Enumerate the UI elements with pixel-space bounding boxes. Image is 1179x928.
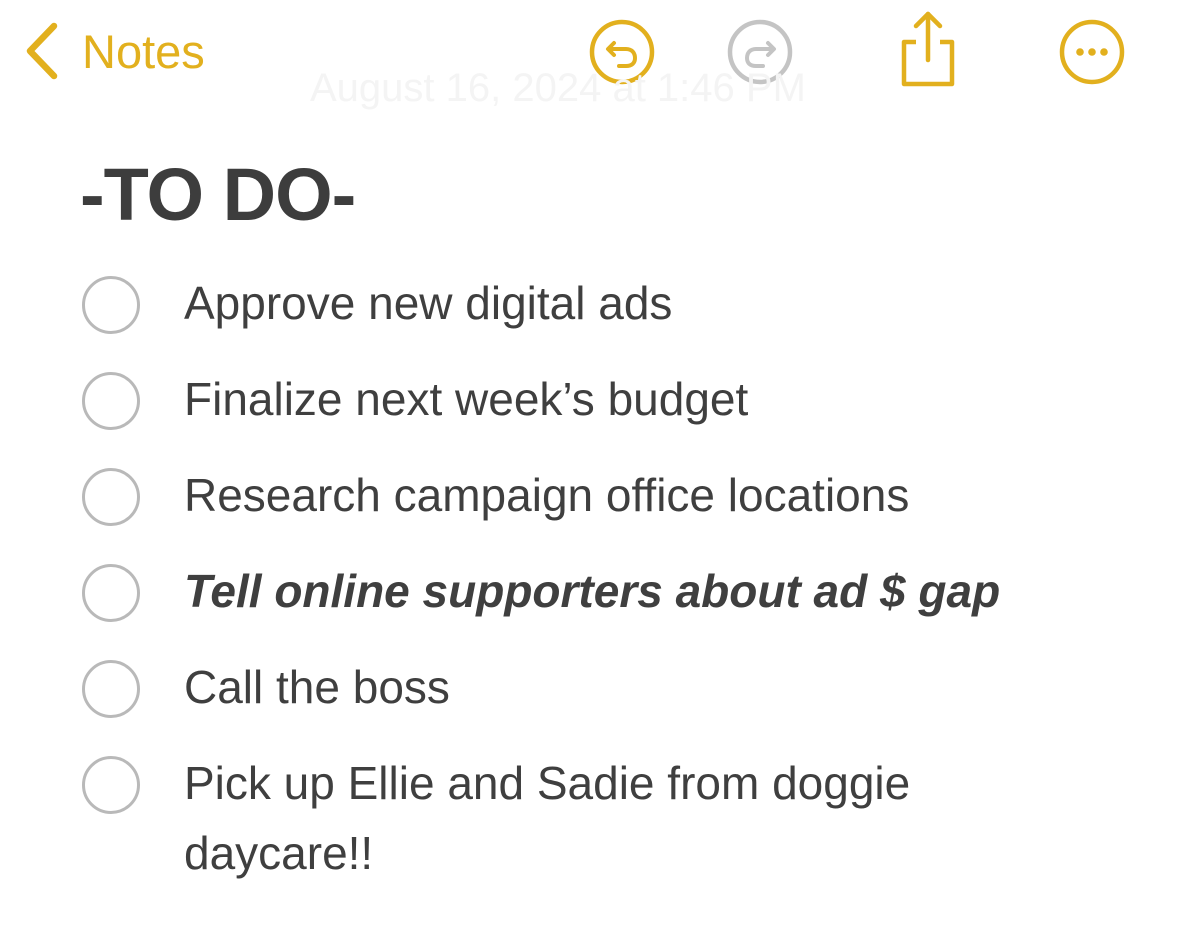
checkbox[interactable] <box>82 372 140 430</box>
checklist-item-text[interactable]: Research campaign office locations <box>184 460 909 530</box>
share-icon[interactable] <box>896 10 960 88</box>
more-icon[interactable] <box>1058 18 1126 86</box>
notes-screen: Notes August 16, 2024 at 1:46 PM -TO DO- <box>0 0 1179 928</box>
checklist-item: Approve new digital ads <box>82 258 1142 354</box>
checklist-item: Pick up Ellie and Sadie from doggie dayc… <box>82 738 1142 904</box>
note-title[interactable]: -TO DO- <box>80 150 356 240</box>
checklist: Approve new digital ads Finalize next we… <box>82 258 1142 904</box>
chevron-left-icon <box>26 22 58 80</box>
checkbox[interactable] <box>82 660 140 718</box>
toolbar: Notes August 16, 2024 at 1:46 PM <box>0 0 1179 110</box>
checklist-item-text[interactable]: Tell online supporters about ad $ gap <box>184 556 1000 626</box>
back-button[interactable]: Notes <box>24 18 205 84</box>
checkbox[interactable] <box>82 756 140 814</box>
checklist-item: Tell online supporters about ad $ gap <box>82 546 1142 642</box>
checklist-item-text[interactable]: Pick up Ellie and Sadie from doggie dayc… <box>184 748 1044 888</box>
note-timestamp: August 16, 2024 at 1:46 PM <box>310 66 806 110</box>
checklist-item-text[interactable]: Approve new digital ads <box>184 268 672 338</box>
checklist-item: Finalize next week’s budget <box>82 354 1142 450</box>
checkbox[interactable] <box>82 468 140 526</box>
back-label: Notes <box>82 24 205 78</box>
checklist-item: Research campaign office locations <box>82 450 1142 546</box>
checkbox[interactable] <box>82 276 140 334</box>
checklist-item-text[interactable]: Finalize next week’s budget <box>184 364 748 434</box>
checkbox[interactable] <box>82 564 140 622</box>
checklist-item-text[interactable]: Call the boss <box>184 652 450 722</box>
checklist-item: Call the boss <box>82 642 1142 738</box>
